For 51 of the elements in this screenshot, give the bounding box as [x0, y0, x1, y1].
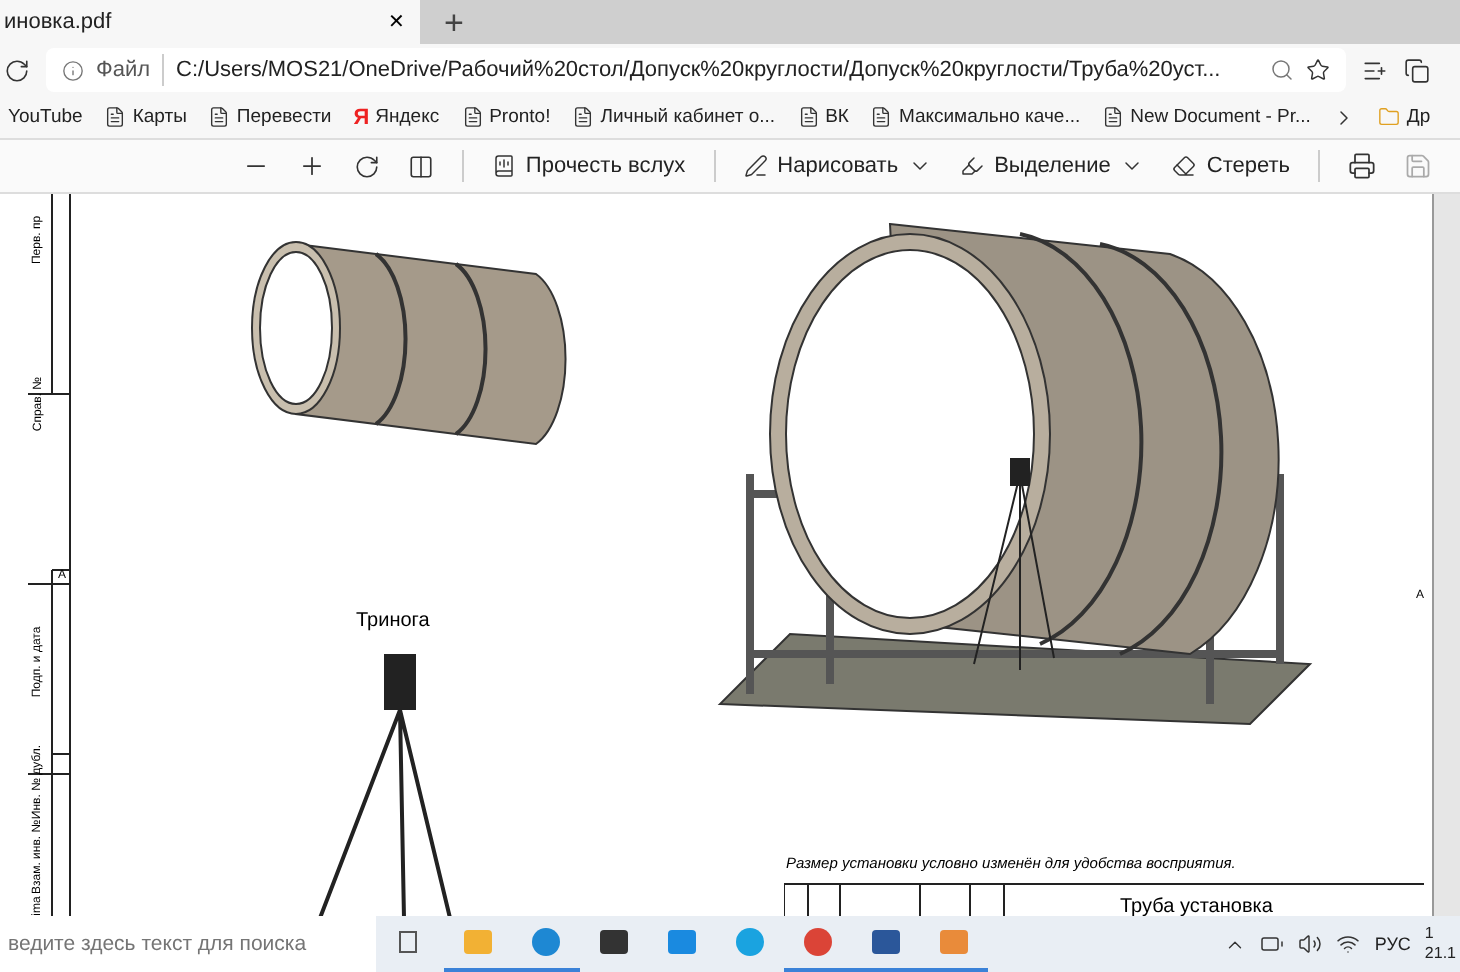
rotate-icon[interactable] — [353, 153, 380, 179]
close-button[interactable]: ✕ — [388, 10, 404, 34]
draw-button[interactable]: Нарисовать — [743, 154, 933, 178]
address-bar[interactable]: Файл C:/Users/MOS21/OneDrive/Рабочий%20стол/Допуск%20круглости/Допуск%20круглости/Труба%20уст... — [46, 48, 1346, 92]
search-field[interactable]: ведите здесь текст для поиска — [0, 916, 376, 972]
bookmark[interactable]: New Document - Pr... — [1102, 106, 1311, 128]
print-icon[interactable] — [1348, 152, 1376, 180]
language-indicator[interactable]: РУС — [1374, 934, 1411, 954]
info-icon[interactable] — [62, 59, 84, 81]
speaker-icon[interactable] — [1298, 932, 1323, 956]
erase-button[interactable]: Стереть — [1172, 154, 1290, 178]
page-icon — [572, 106, 595, 128]
page-icon — [208, 106, 231, 128]
bookmark[interactable]: Личный кабинет о... — [572, 106, 776, 128]
bookmark[interactable]: Карты — [104, 106, 187, 128]
bookmark[interactable]: YouTube — [8, 106, 83, 128]
bookmark[interactable]: ВК — [797, 106, 849, 128]
page-icon — [797, 106, 820, 128]
favorites-icon[interactable] — [1362, 57, 1388, 83]
app-icon[interactable] — [870, 926, 902, 958]
zoom-in-icon[interactable] — [297, 152, 326, 180]
collections-icon[interactable] — [1404, 57, 1430, 83]
pen-icon — [743, 154, 768, 178]
clock-date: 21.1 — [1424, 944, 1456, 964]
highlight-button[interactable]: Выделение — [960, 154, 1145, 178]
read-aloud-button[interactable]: Прочесть вслух — [491, 154, 686, 178]
star-icon[interactable] — [1306, 58, 1330, 82]
new-tab-button[interactable]: + — [436, 4, 472, 44]
bookmark-folder[interactable]: Др — [1378, 106, 1431, 128]
eraser-icon — [1172, 154, 1197, 178]
page-icon — [104, 106, 127, 128]
highlighter-icon — [960, 154, 985, 178]
battery-icon[interactable] — [1260, 932, 1285, 956]
bookmark[interactable]: Перевести — [208, 106, 332, 128]
clock-time: 1 — [1424, 924, 1436, 944]
reload-icon[interactable] — [4, 57, 30, 83]
page-icon — [1102, 106, 1125, 128]
app-icon[interactable] — [802, 926, 834, 958]
app-icon[interactable] — [530, 926, 562, 958]
read-aloud-icon — [491, 154, 516, 178]
zoom-icon[interactable] — [1270, 58, 1294, 82]
title-block-title: Труба установка — [1120, 898, 1273, 916]
bookmark[interactable]: Максимально каче... — [870, 106, 1081, 128]
tripod-label: Тринога — [356, 610, 430, 632]
fit-page-icon[interactable] — [407, 153, 434, 179]
bookmark[interactable]: Я Яндекс — [353, 105, 440, 129]
browser-tab[interactable]: иновка.pdf ✕ — [0, 0, 420, 44]
page-icon — [461, 106, 484, 128]
page-icon — [870, 106, 893, 128]
y-logo-icon: Я — [353, 105, 370, 129]
bookmark[interactable]: Pronto! — [461, 106, 551, 128]
